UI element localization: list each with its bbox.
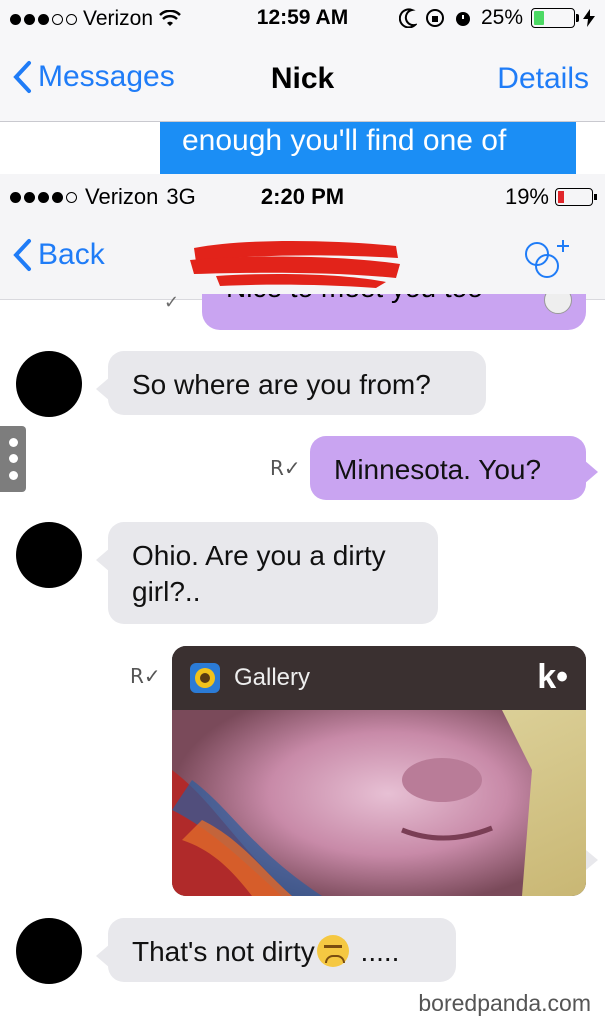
kik-battery-percent: 19% bbox=[504, 184, 549, 209]
incoming-message-bubble: Ohio. Are you a dirty girl?.. bbox=[96, 522, 438, 624]
imessage-status-bar: Verizon 12:59 AM 25% bbox=[0, 0, 605, 38]
message-text: So where are you from? bbox=[132, 369, 431, 400]
gallery-label: Gallery bbox=[234, 664, 311, 691]
avatar[interactable] bbox=[16, 918, 82, 984]
moon-icon bbox=[398, 8, 417, 28]
details-button[interactable]: Details bbox=[497, 62, 589, 96]
kik-screenshot: Verizon 3G 2:20 PM 19% Back ✓ Nice to me… bbox=[0, 174, 605, 1027]
message-suffix: ..... bbox=[352, 936, 400, 967]
shared-photo bbox=[172, 710, 586, 896]
message-text: Ohio. Are you a dirty girl?.. bbox=[132, 540, 386, 607]
imessage-bubble: enough you'll find one of bbox=[160, 122, 576, 182]
read-receipt-icon: R✓ bbox=[270, 456, 301, 480]
imessage-bubble-text: enough you'll find one of bbox=[182, 124, 507, 157]
charging-bolt-icon bbox=[583, 9, 595, 27]
kik-status-right: 19% bbox=[504, 184, 597, 210]
chevron-left-icon bbox=[13, 239, 31, 271]
low-battery-icon bbox=[555, 188, 597, 206]
rotation-lock-icon bbox=[425, 9, 444, 27]
battery-icon bbox=[531, 8, 579, 28]
back-label: Back bbox=[38, 238, 105, 271]
incoming-message-bubble: So where are you from? bbox=[96, 351, 486, 415]
outgoing-message-bubble: Minnesota. You? bbox=[310, 436, 598, 500]
kik-status-bar: Verizon 3G 2:20 PM 19% bbox=[0, 174, 605, 218]
message-text: That's not dirty bbox=[132, 936, 315, 967]
outgoing-message-bubble: Nice to meet you too bbox=[202, 294, 586, 330]
watermark: boredpanda.com bbox=[418, 990, 591, 1016]
avatar[interactable] bbox=[16, 351, 82, 417]
sad-face-emoji-icon bbox=[316, 935, 349, 967]
emoji-icon bbox=[544, 294, 572, 314]
incoming-message-bubble: That's not dirty ..... bbox=[96, 918, 456, 982]
add-to-group-icon[interactable] bbox=[519, 234, 579, 284]
alarm-icon bbox=[455, 12, 470, 26]
imessage-status-right: 25% bbox=[398, 6, 595, 30]
gallery-image-message[interactable]: Gallery k• bbox=[172, 646, 586, 896]
avatar[interactable] bbox=[16, 522, 82, 588]
sunflower-icon bbox=[190, 663, 220, 693]
kik-chat-area: ✓ Nice to meet you too So where are you … bbox=[0, 292, 605, 1027]
read-receipt-icon: R✓ bbox=[130, 664, 161, 688]
message-text: Minnesota. You? bbox=[334, 454, 542, 485]
back-button[interactable]: Back bbox=[12, 238, 105, 272]
side-menu-handle[interactable] bbox=[0, 426, 26, 492]
kik-nav-bar: Back bbox=[0, 218, 605, 300]
message-text: Nice to meet you too bbox=[226, 294, 586, 304]
read-check-icon: ✓ bbox=[164, 292, 180, 312]
gallery-header: Gallery bbox=[172, 646, 586, 710]
gallery-bubble-tail bbox=[586, 850, 598, 870]
battery-percent: 25% bbox=[480, 6, 523, 29]
redacted-name-scribble bbox=[190, 241, 400, 288]
kik-logo: k• bbox=[537, 658, 568, 696]
imessage-nav-bar: Messages Nick Details bbox=[0, 38, 605, 122]
